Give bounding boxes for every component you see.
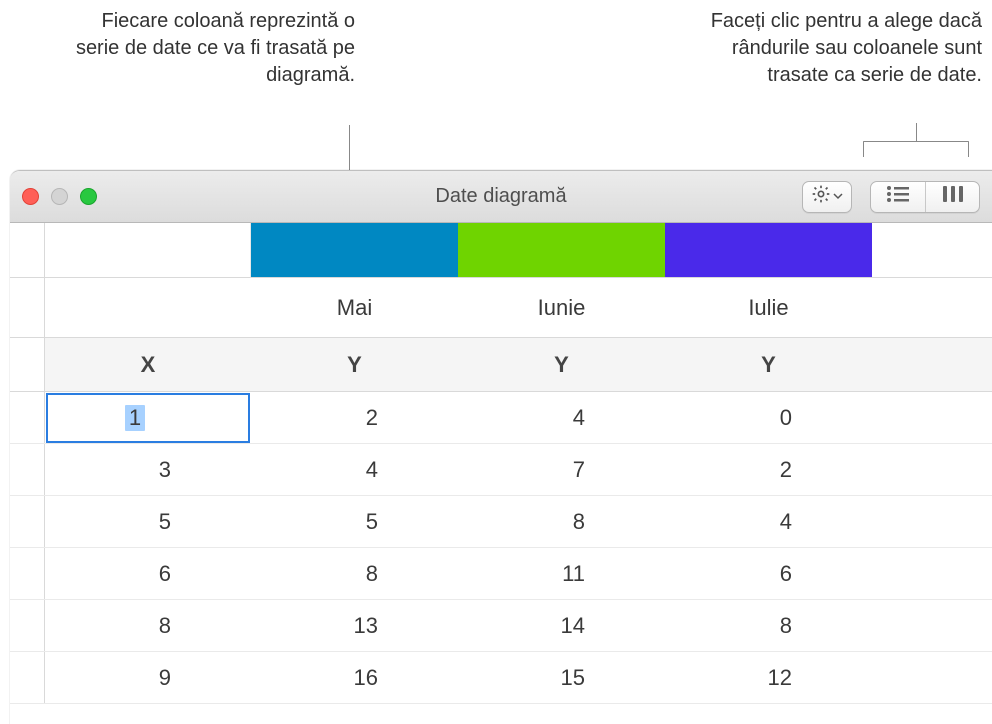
color-filler	[45, 223, 251, 278]
cell[interactable]: 14	[458, 613, 665, 639]
selected-cell-value[interactable]: 1	[125, 405, 145, 431]
callout-right: Faceți clic pentru a alege dacă rânduril…	[672, 8, 982, 89]
table-row: 2 4 0	[10, 392, 992, 444]
cell[interactable]: 8	[45, 613, 251, 639]
window-titlebar: Date diagramă	[10, 171, 992, 223]
cell[interactable]: 16	[251, 665, 458, 691]
series-color-2[interactable]	[458, 223, 665, 278]
minimize-button	[51, 188, 68, 205]
window-controls	[22, 188, 97, 205]
cell[interactable]: 2	[251, 405, 458, 431]
table-row: 3 4 7 2	[10, 444, 992, 496]
column-header[interactable]: Iulie	[665, 295, 872, 321]
row-header[interactable]	[10, 652, 45, 703]
chevron-down-icon	[833, 188, 843, 206]
row-header[interactable]	[10, 496, 45, 547]
cell[interactable]: 8	[665, 613, 872, 639]
cell[interactable]: 9	[45, 665, 251, 691]
callouts: Fiecare coloană reprezintă o serie de da…	[0, 0, 992, 155]
cell[interactable]: 6	[665, 561, 872, 587]
column-name-row: Mai Iunie Iulie	[10, 278, 992, 338]
cell[interactable]: 5	[45, 509, 251, 535]
axis-label-row: X Y Y Y	[10, 338, 992, 392]
cell[interactable]: 11	[458, 561, 665, 587]
callout-left: Fiecare coloană reprezintă o serie de da…	[55, 8, 355, 89]
chart-data-window: Date diagramă	[10, 170, 992, 724]
rows-icon	[885, 185, 911, 208]
cell[interactable]: 15	[458, 665, 665, 691]
data-table[interactable]: Mai Iunie Iulie X Y Y Y 2 4 0 3 4 7	[10, 223, 992, 704]
table-row: 5 5 8 4	[10, 496, 992, 548]
series-color-3[interactable]	[665, 223, 872, 278]
cell[interactable]: 0	[665, 405, 872, 431]
table-row: 6 8 11 6	[10, 548, 992, 600]
table-row: 8 13 14 8	[10, 600, 992, 652]
settings-menu-button[interactable]	[802, 181, 852, 213]
axis-y-label: Y	[665, 352, 872, 378]
cell[interactable]: 3	[45, 457, 251, 483]
axis-x-label: X	[45, 352, 251, 378]
axis-y-label: Y	[251, 352, 458, 378]
cell[interactable]: 4	[458, 405, 665, 431]
column-header[interactable]: Iunie	[458, 295, 665, 321]
row-header[interactable]	[10, 548, 45, 599]
cell[interactable]: 2	[665, 457, 872, 483]
series-orientation-segment	[870, 181, 980, 213]
cell[interactable]: 8	[458, 509, 665, 535]
plot-columns-button[interactable]	[925, 182, 979, 212]
cell[interactable]: 13	[251, 613, 458, 639]
row-header[interactable]	[10, 600, 45, 651]
axis-y-label: Y	[458, 352, 665, 378]
table-row: 9 16 15 12	[10, 652, 992, 704]
cell[interactable]: 12	[665, 665, 872, 691]
row-header[interactable]	[10, 444, 45, 495]
gear-icon	[811, 184, 831, 209]
cell[interactable]: 7	[458, 457, 665, 483]
columns-icon	[940, 185, 966, 208]
series-color-1[interactable]	[251, 223, 458, 278]
plot-rows-button[interactable]	[871, 182, 925, 212]
series-color-row	[10, 223, 992, 278]
cell[interactable]: 6	[45, 561, 251, 587]
callout-leader-right	[855, 128, 977, 168]
cell[interactable]: 4	[251, 457, 458, 483]
zoom-button[interactable]	[80, 188, 97, 205]
cell[interactable]: 5	[251, 509, 458, 535]
row-header-gutter	[10, 223, 45, 278]
row-header[interactable]	[10, 392, 45, 443]
close-button[interactable]	[22, 188, 39, 205]
cell[interactable]: 4	[665, 509, 872, 535]
column-header[interactable]: Mai	[251, 295, 458, 321]
cell[interactable]: 8	[251, 561, 458, 587]
